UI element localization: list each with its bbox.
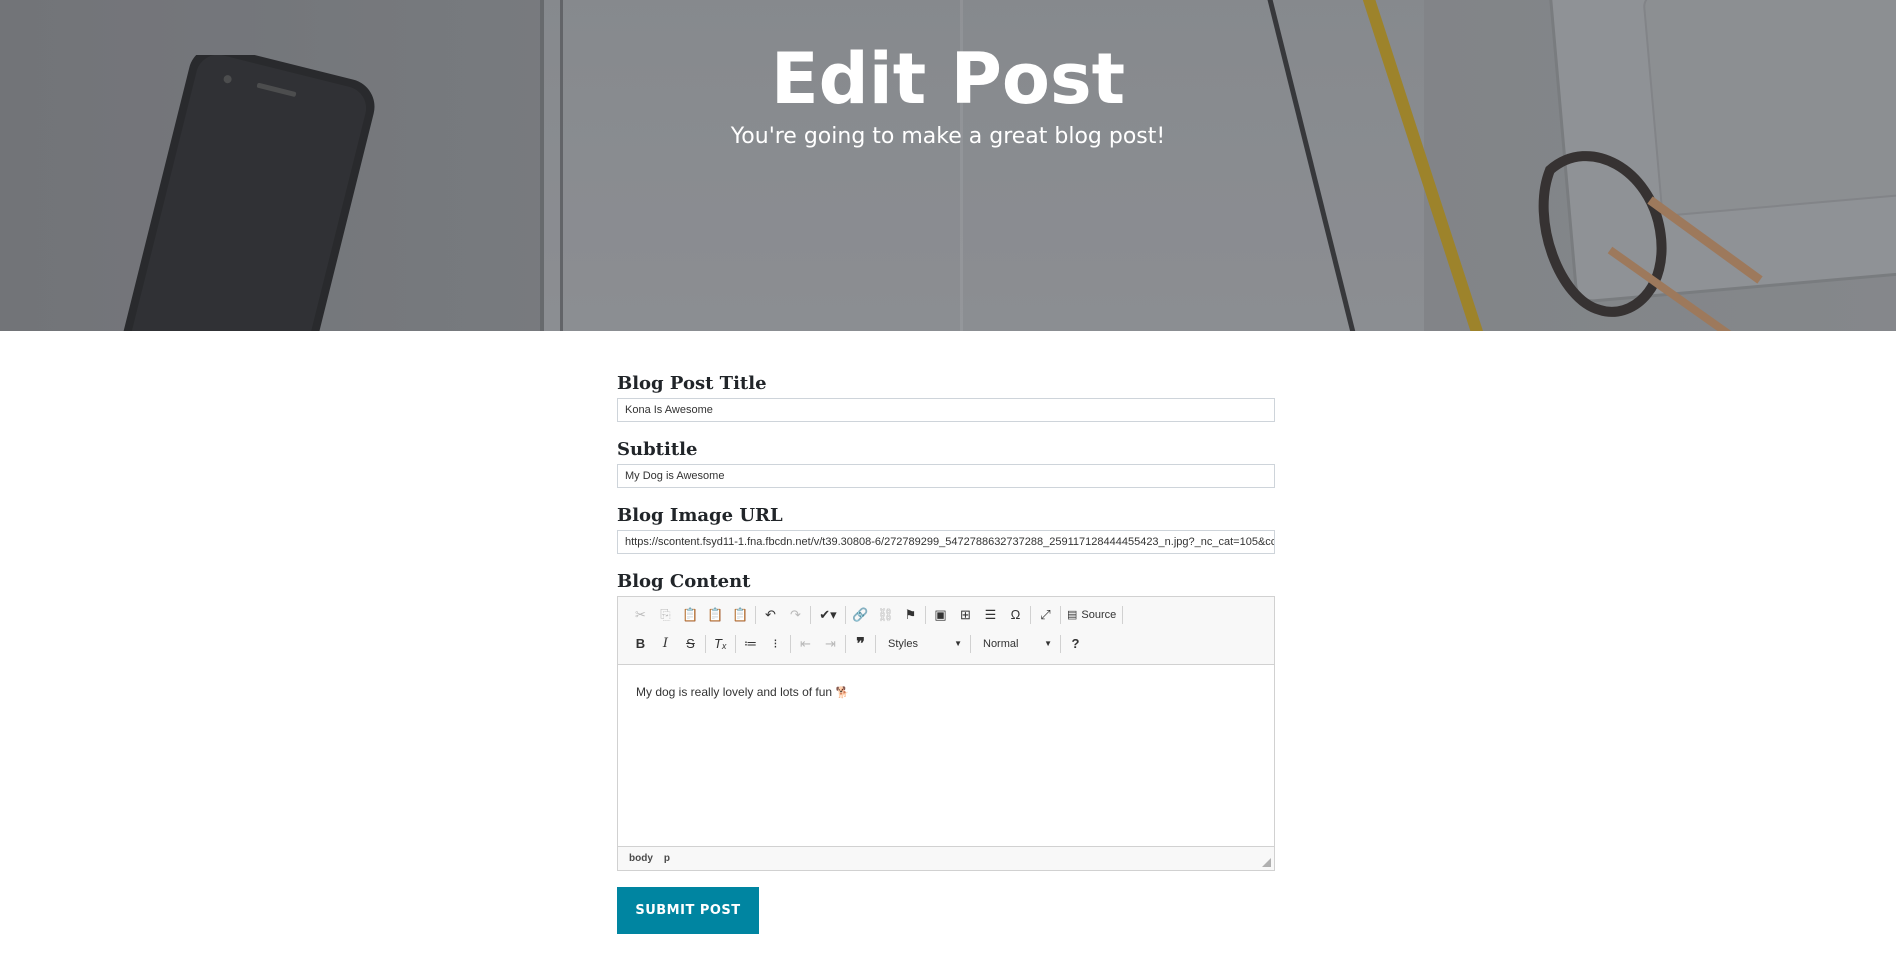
dog-emoji-icon: 🐕 [835, 687, 850, 699]
editor-content-area[interactable]: My dog is really lovely and lots of fun … [618, 664, 1274, 847]
chevron-down-icon: ▼ [954, 639, 962, 648]
table-icon[interactable]: ⊞ [953, 604, 978, 626]
page-subtitle: You're going to make a great blog post! [730, 124, 1166, 149]
outdent-icon[interactable]: ⇤ [793, 633, 818, 655]
title-input[interactable]: Kona Is Awesome [617, 398, 1275, 422]
strike-icon[interactable]: S [678, 633, 703, 655]
edit-post-form: Blog Post Title Kona Is Awesome Subtitle… [617, 370, 1275, 871]
format-dropdown[interactable]: Normal ▼ [973, 633, 1058, 655]
subtitle-input[interactable]: My Dog is Awesome [617, 464, 1275, 488]
bold-icon[interactable]: B [628, 633, 653, 655]
paste-text-icon[interactable]: 📋 [703, 604, 728, 626]
rich-text-editor: ✂ ⎘ 📋 📋 📋 ↶ ↷ ✔▾ 🔗 ⛓ ⚑ ▣ ⊞ ☰ Ω ⤢ ▤ Sourc… [617, 596, 1275, 871]
format-label: Normal [983, 637, 1019, 650]
unlink-icon[interactable]: ⛓ [873, 604, 898, 626]
paste-icon[interactable]: 📋 [678, 604, 703, 626]
remove-format-icon[interactable]: Tₓ [708, 633, 733, 655]
subtitle-label: Subtitle [617, 439, 698, 460]
image-url-label: Blog Image URL [617, 505, 783, 526]
editor-toolbar-row-2: B I S Tₓ ≔ ⁝ ⇤ ⇥ ❞ Styles ▼ Normal ▼ ? [618, 629, 1274, 658]
numbered-list-icon[interactable]: ≔ [738, 633, 763, 655]
chevron-down-icon: ▼ [1044, 639, 1052, 648]
hero-header: Edit Post You're going to make a great b… [0, 0, 1896, 331]
cut-icon[interactable]: ✂ [628, 604, 653, 626]
help-icon[interactable]: ? [1063, 633, 1088, 655]
source-label: Source [1081, 608, 1117, 621]
bulleted-list-icon[interactable]: ⁝ [763, 633, 788, 655]
undo-icon[interactable]: ↶ [758, 604, 783, 626]
path-body[interactable]: body [629, 853, 653, 864]
horizontal-rule-icon[interactable]: ☰ [978, 604, 1003, 626]
copy-icon[interactable]: ⎘ [653, 604, 678, 626]
path-p[interactable]: p [664, 853, 670, 864]
indent-icon[interactable]: ⇥ [818, 633, 843, 655]
source-button[interactable]: ▤ Source [1063, 604, 1120, 626]
anchor-icon[interactable]: ⚑ [898, 604, 923, 626]
element-path-bar: body p [618, 846, 1274, 870]
editor-paragraph: My dog is really lovely and lots of fun … [636, 685, 849, 699]
paste-word-icon[interactable]: 📋 [728, 604, 753, 626]
special-char-icon[interactable]: Ω [1003, 604, 1028, 626]
spellcheck-icon[interactable]: ✔▾ [813, 604, 843, 626]
blockquote-icon[interactable]: ❞ [848, 633, 873, 655]
submit-post-button[interactable]: SUBMIT POST [617, 887, 759, 934]
italic-icon[interactable]: I [653, 633, 678, 655]
link-icon[interactable]: 🔗 [848, 604, 873, 626]
styles-dropdown[interactable]: Styles ▼ [878, 633, 968, 655]
source-icon: ▤ [1067, 609, 1078, 621]
content-label: Blog Content [617, 571, 751, 592]
title-label: Blog Post Title [617, 373, 767, 394]
page-title: Edit Post [770, 38, 1126, 120]
styles-label: Styles [888, 637, 918, 650]
content-text: My dog is really lovely and lots of fun [636, 685, 833, 699]
image-url-input[interactable]: https://scontent.fsyd11-1.fna.fbcdn.net/… [617, 530, 1275, 554]
editor-toolbar-row-1: ✂ ⎘ 📋 📋 📋 ↶ ↷ ✔▾ 🔗 ⛓ ⚑ ▣ ⊞ ☰ Ω ⤢ ▤ Sourc… [618, 600, 1274, 629]
maximize-icon[interactable]: ⤢ [1033, 604, 1058, 626]
resize-handle-icon[interactable] [1262, 858, 1271, 867]
redo-icon[interactable]: ↷ [783, 604, 808, 626]
image-icon[interactable]: ▣ [928, 604, 953, 626]
